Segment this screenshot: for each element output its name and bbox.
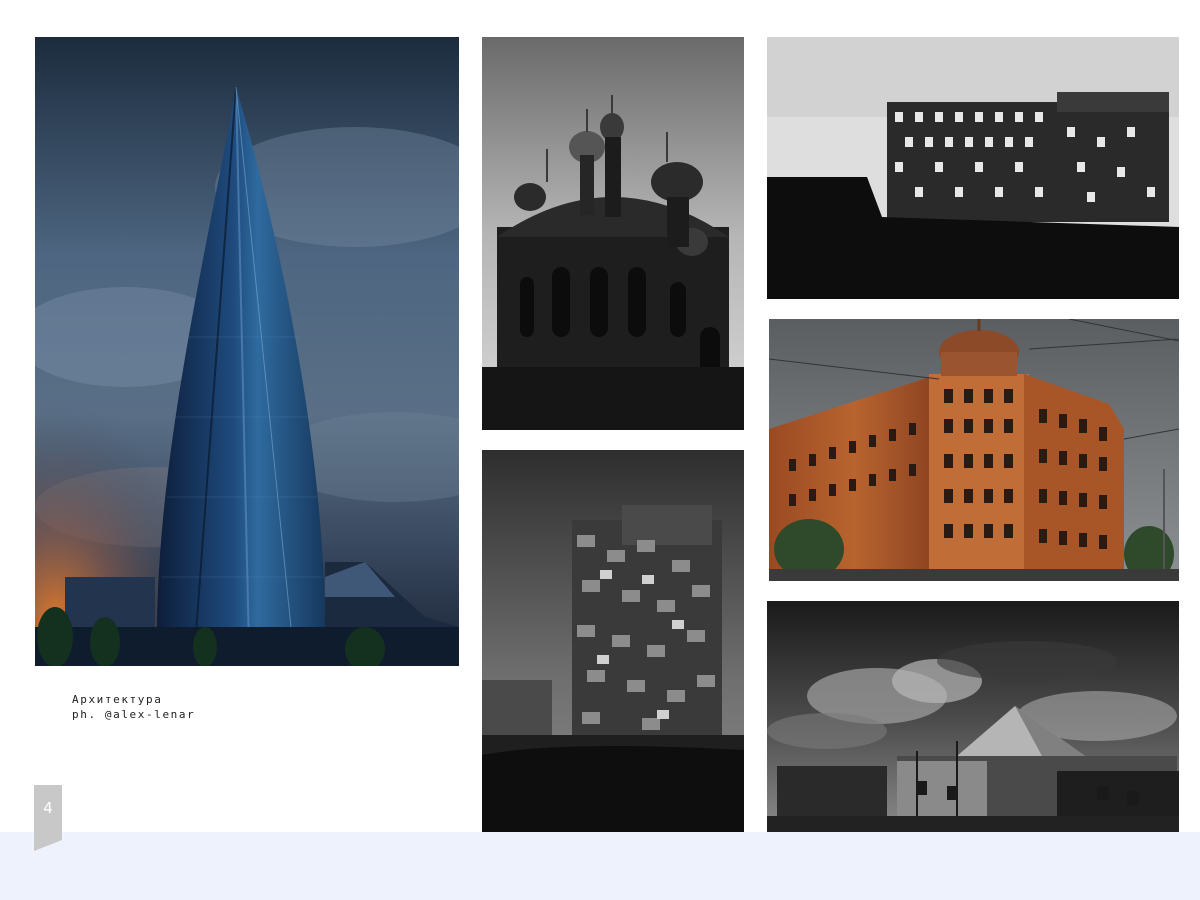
photo-corner-building bbox=[769, 319, 1179, 581]
page-number-tab: 4 bbox=[34, 785, 62, 851]
page-number: 4 bbox=[43, 799, 53, 817]
corner-building-image bbox=[769, 319, 1179, 581]
modern-tower-image bbox=[482, 450, 744, 832]
photo-church-domes bbox=[482, 37, 744, 430]
footer-band bbox=[0, 832, 1200, 900]
photo-modern-tower bbox=[482, 450, 744, 832]
glass-tower-image bbox=[35, 37, 459, 666]
photo-cloudy-rooftops bbox=[767, 601, 1179, 832]
cloudy-rooftops-image bbox=[767, 601, 1179, 832]
photo-apartment-block bbox=[767, 37, 1179, 299]
photo-glass-tower bbox=[35, 37, 459, 666]
caption-credit: ph. @alex-lenar bbox=[72, 708, 196, 721]
apartment-block-image bbox=[767, 37, 1179, 299]
caption-title: Архитектура bbox=[72, 693, 163, 706]
photo-caption: Архитектура ph. @alex-lenar bbox=[72, 692, 195, 722]
church-domes-image bbox=[482, 37, 744, 430]
